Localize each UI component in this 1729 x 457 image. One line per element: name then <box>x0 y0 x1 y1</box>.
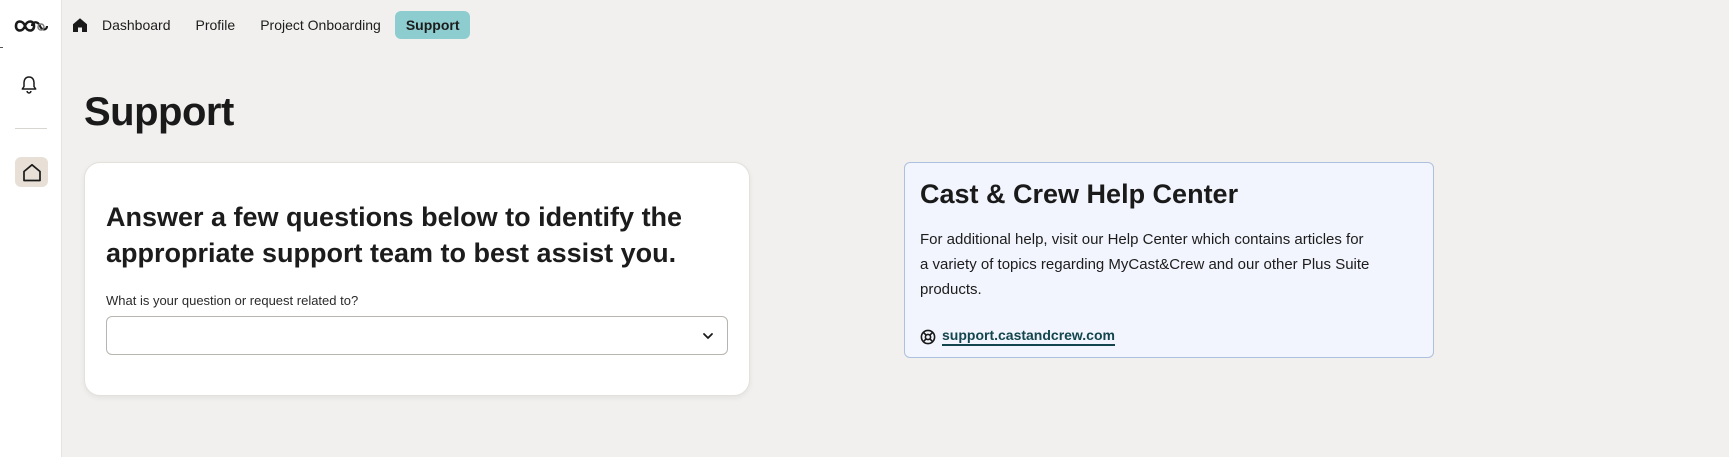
home-filled-icon <box>73 18 87 32</box>
help-center-description: For additional help, visit our Help Cent… <box>920 231 1370 298</box>
nav-tab-project-onboarding[interactable]: Project Onboarding <box>249 11 392 39</box>
nav-home-button[interactable] <box>72 17 88 33</box>
sidebar <box>0 0 62 457</box>
question-label: What is your question or request related… <box>106 293 359 308</box>
home-outline-icon <box>22 163 41 181</box>
page-title: Support <box>84 90 234 134</box>
support-form-card: Answer a few questions below to identify… <box>84 162 750 396</box>
help-center-card: Cast & Crew Help Center For additional h… <box>904 162 1434 358</box>
nav-tab-support[interactable]: Support <box>394 11 471 39</box>
support-form-heading: Answer a few questions below to identify… <box>106 202 683 268</box>
sidebar-marker <box>0 47 3 48</box>
top-navigation: Dashboard Profile Project Onboarding Sup… <box>72 10 473 40</box>
help-center-title: Cast & Crew Help Center <box>920 179 1239 209</box>
nav-tab-dashboard[interactable]: Dashboard <box>102 11 182 39</box>
sidebar-item-home[interactable] <box>15 157 48 187</box>
chevron-down-icon <box>703 333 713 339</box>
nav-tab-profile[interactable]: Profile <box>185 11 247 39</box>
bell-icon[interactable] <box>20 75 38 95</box>
question-select[interactable] <box>106 316 728 355</box>
help-center-link-row: support.castandcrew.com <box>920 327 1115 346</box>
lifebuoy-icon <box>920 329 936 344</box>
sidebar-divider <box>15 128 47 129</box>
logo-icon[interactable] <box>14 16 48 36</box>
help-center-link[interactable]: support.castandcrew.com <box>942 327 1115 346</box>
